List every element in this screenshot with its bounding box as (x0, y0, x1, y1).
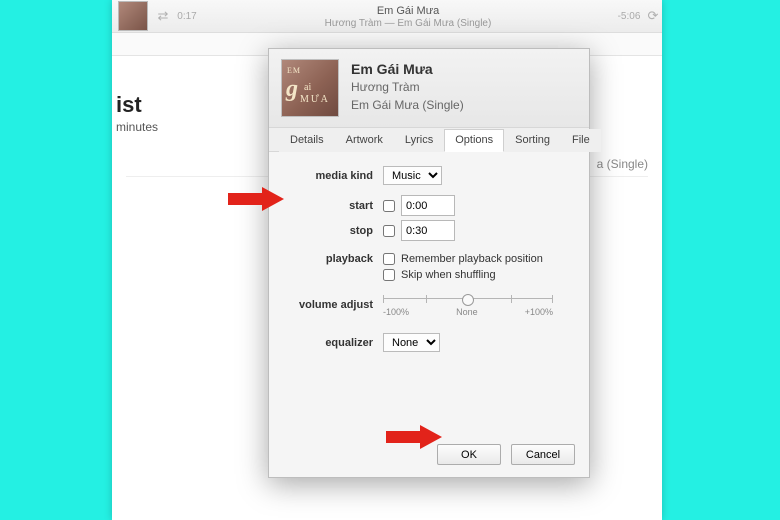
playlist-sub-fragment: minutes (116, 120, 158, 134)
tab-sorting[interactable]: Sorting (504, 129, 561, 152)
label-media-kind: media kind (287, 170, 383, 182)
shuffle-icon[interactable]: ⇄ (154, 8, 172, 24)
elapsed-time: 0:17 (172, 11, 202, 22)
dialog-header: EM g ai MƯA Em Gái Mưa Hương Tràm Em Gái… (269, 49, 589, 128)
dialog-footer: OK Cancel (269, 434, 589, 477)
stop-time-input[interactable] (401, 220, 455, 241)
remaining-time: -5:06 (614, 11, 644, 22)
dialog-meta: Em Gái Mưa Hương Tràm Em Gái Mưa (Single… (351, 59, 464, 114)
playlist-heading-fragment: ist (116, 92, 158, 118)
repeat-icon[interactable]: ⟳ (644, 8, 662, 24)
artwork-text-top: EM (287, 66, 301, 75)
player-bar: ⇄ 0:17 Em Gái Mưa Hương Tràm — Em Gái Mư… (112, 0, 662, 33)
remember-position-checkbox[interactable] (383, 253, 395, 265)
track-album-cell: a (Single) (597, 157, 648, 171)
now-playing-info[interactable]: Em Gái Mưa Hương Tràm — Em Gái Mưa (Sing… (202, 3, 614, 28)
label-stop: stop (287, 225, 383, 237)
dialog-tabs: Details Artwork Lyrics Options Sorting F… (269, 128, 589, 152)
label-equalizer: equalizer (287, 337, 383, 349)
tab-artwork[interactable]: Artwork (335, 129, 394, 152)
left-panel-fragment: ist minutes (112, 92, 158, 134)
skip-shuffle-checkbox[interactable] (383, 269, 395, 281)
dialog-album: Em Gái Mưa (Single) (351, 97, 464, 114)
volume-slider[interactable] (383, 293, 553, 305)
dialog-artist: Hương Tràm (351, 79, 464, 96)
stop-checkbox[interactable] (383, 225, 395, 237)
now-playing-title: Em Gái Mưa (202, 5, 614, 17)
dialog-song-title: Em Gái Mưa (351, 59, 464, 79)
ok-button[interactable]: OK (437, 444, 501, 465)
start-time-input[interactable] (401, 195, 455, 216)
tab-lyrics[interactable]: Lyrics (394, 129, 444, 152)
cancel-button[interactable]: Cancel (511, 444, 575, 465)
tab-file[interactable]: File (561, 129, 601, 152)
label-start: start (287, 200, 383, 212)
volume-max-label: +100% (525, 307, 553, 317)
label-playback: playback (287, 253, 383, 265)
volume-slider-knob[interactable] (462, 294, 474, 306)
song-info-dialog: EM g ai MƯA Em Gái Mưa Hương Tràm Em Gái… (268, 48, 590, 478)
dialog-body: media kind Music start stop (269, 152, 589, 434)
now-playing-subtitle: Hương Tràm — Em Gái Mưa (Single) (202, 18, 614, 29)
tab-options[interactable]: Options (444, 129, 504, 152)
skip-shuffle-label: Skip when shuffling (401, 269, 496, 281)
tab-details[interactable]: Details (279, 129, 335, 152)
remember-position-label: Remember playback position (401, 253, 543, 265)
dialog-artwork: EM g ai MƯA (281, 59, 339, 117)
volume-slider-labels: -100% None +100% (383, 307, 553, 317)
artwork-text-mua: MƯA (300, 94, 330, 105)
now-playing-artwork[interactable] (118, 1, 148, 31)
media-kind-select[interactable]: Music (383, 166, 442, 185)
artwork-text-ai: ai (304, 82, 311, 93)
start-checkbox[interactable] (383, 200, 395, 212)
equalizer-select[interactable]: None (383, 333, 440, 352)
artwork-text-g: g (286, 76, 298, 103)
volume-mid-label: None (456, 307, 478, 317)
volume-min-label: -100% (383, 307, 409, 317)
label-volume-adjust: volume adjust (287, 299, 383, 311)
